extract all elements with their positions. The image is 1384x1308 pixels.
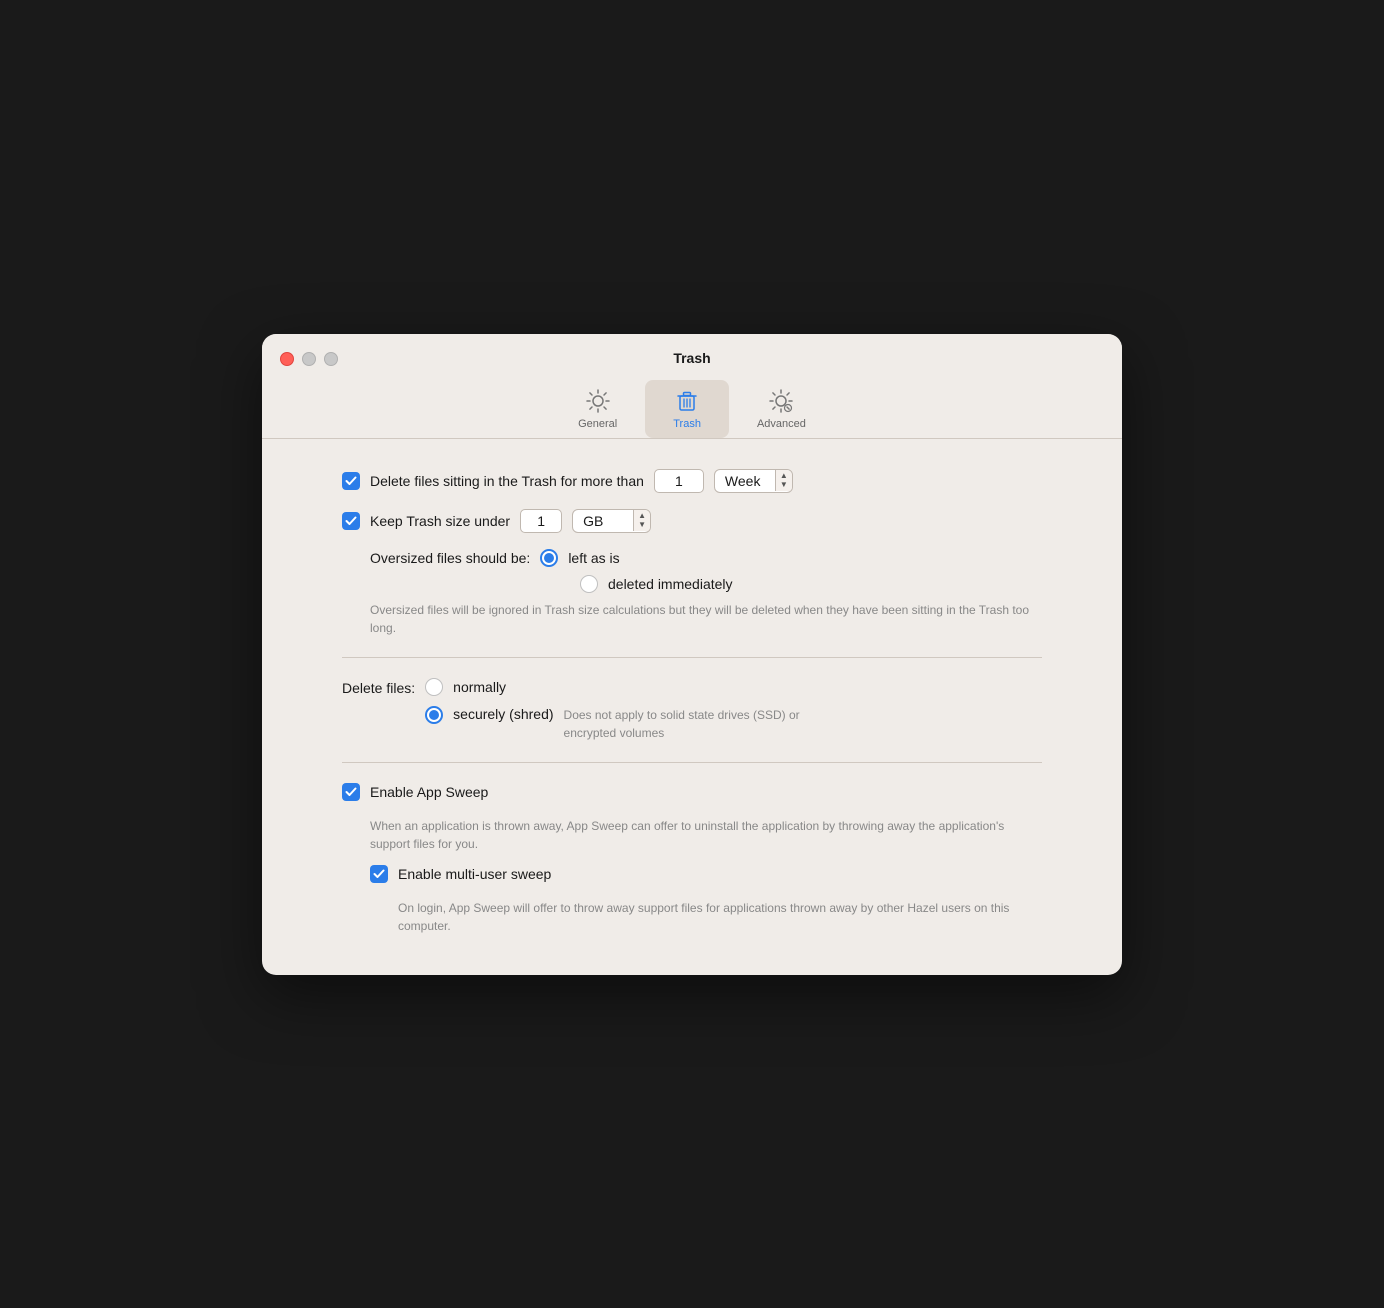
delete-files-method-label: Delete files: xyxy=(342,678,415,696)
keep-trash-unit-arrows[interactable]: ▲ ▼ xyxy=(633,510,650,531)
enable-app-sweep-label: Enable App Sweep xyxy=(370,784,488,800)
radio-left-as-is[interactable] xyxy=(540,549,558,567)
tab-trash-label: Trash xyxy=(673,418,701,430)
radio-deleted-immediately-label: deleted immediately xyxy=(608,576,733,592)
tab-general[interactable]: General xyxy=(550,380,645,438)
tab-trash[interactable]: Trash xyxy=(645,380,729,438)
securely-note: Does not apply to solid state drives (SS… xyxy=(564,706,824,742)
oversized-label: Oversized files should be: xyxy=(370,550,530,566)
close-button[interactable] xyxy=(280,352,294,366)
keep-trash-unit-text: GB xyxy=(573,510,633,532)
tab-advanced[interactable]: Advanced xyxy=(729,380,834,438)
maximize-button[interactable] xyxy=(324,352,338,366)
delete-files-unit-select[interactable]: Week ▲ ▼ xyxy=(714,469,793,493)
arrow-down-icon: ▼ xyxy=(780,481,788,489)
delete-files-number-input[interactable] xyxy=(654,469,704,493)
enable-multi-user-checkbox[interactable] xyxy=(370,865,388,883)
minimize-button[interactable] xyxy=(302,352,316,366)
enable-app-sweep-checkbox[interactable] xyxy=(342,783,360,801)
tab-advanced-label: Advanced xyxy=(757,418,806,430)
traffic-lights xyxy=(280,352,338,366)
arrow-down-icon-2: ▼ xyxy=(638,521,646,529)
delete-files-unit-arrows[interactable]: ▲ ▼ xyxy=(775,470,792,491)
keep-trash-label: Keep Trash size under xyxy=(370,513,510,529)
enable-multi-user-section: Enable multi-user sweep On login, App Sw… xyxy=(370,865,1042,935)
content-area: Delete files sitting in the Trash for mo… xyxy=(262,439,1122,975)
radio-securely[interactable] xyxy=(425,706,443,724)
toolbar: General Trash xyxy=(550,380,834,438)
section-divider-2 xyxy=(342,762,1042,763)
radio-securely-row: securely (shred) Does not apply to solid… xyxy=(425,706,823,742)
delete-files-label: Delete files sitting in the Trash for mo… xyxy=(370,473,644,489)
main-window: Trash General xyxy=(262,334,1122,975)
radio-normally-row: normally xyxy=(425,678,823,696)
tab-general-label: General xyxy=(578,418,617,430)
window-title: Trash xyxy=(673,350,710,366)
oversized-section: Oversized files should be: left as is de… xyxy=(370,549,1042,637)
arrow-up-icon: ▲ xyxy=(780,472,788,480)
keep-trash-number-input[interactable] xyxy=(520,509,562,533)
titlebar: Trash General xyxy=(262,334,1122,438)
radio-normally[interactable] xyxy=(425,678,443,696)
enable-app-sweep-section: Enable App Sweep When an application is … xyxy=(342,783,1042,935)
radio-left-as-is-label: left as is xyxy=(568,550,619,566)
arrow-up-icon-2: ▲ xyxy=(638,512,646,520)
delete-files-unit-text: Week xyxy=(715,470,775,492)
enable-multi-user-row: Enable multi-user sweep xyxy=(370,865,1042,883)
keep-trash-checkbox[interactable] xyxy=(342,512,360,530)
keep-trash-row: Keep Trash size under GB ▲ ▼ xyxy=(342,509,1042,533)
radio-left-as-is-inner xyxy=(544,553,554,563)
delete-files-row: Delete files sitting in the Trash for mo… xyxy=(342,469,1042,493)
enable-multi-user-hint: On login, App Sweep will offer to throw … xyxy=(398,899,1042,935)
delete-method-section: Delete files: normally securely (shred) … xyxy=(342,678,1042,742)
radio-securely-inner xyxy=(429,710,439,720)
delete-files-checkbox[interactable] xyxy=(342,472,360,490)
enable-app-sweep-row: Enable App Sweep xyxy=(342,783,1042,801)
radio-securely-label: securely (shred) xyxy=(453,706,553,722)
keep-trash-unit-select[interactable]: GB ▲ ▼ xyxy=(572,509,651,533)
section-divider-1 xyxy=(342,657,1042,658)
enable-multi-user-label: Enable multi-user sweep xyxy=(398,866,551,882)
multi-user-hint-container: On login, App Sweep will offer to throw … xyxy=(398,899,1042,935)
oversized-hint: Oversized files will be ignored in Trash… xyxy=(370,601,1042,637)
enable-app-sweep-hint: When an application is thrown away, App … xyxy=(370,817,1042,853)
radio-deleted-immediately[interactable] xyxy=(580,575,598,593)
radio-normally-label: normally xyxy=(453,679,506,695)
